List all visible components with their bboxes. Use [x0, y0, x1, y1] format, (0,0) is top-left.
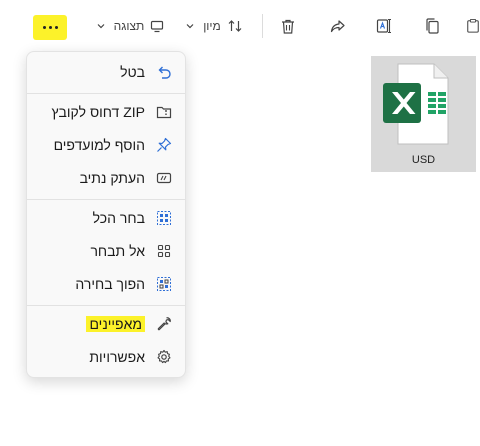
- menu-item-undo[interactable]: בטל: [31, 57, 181, 87]
- wrench-icon: [155, 315, 173, 333]
- paste-button[interactable]: [466, 12, 480, 40]
- menu-item-label: הוסף למועדפים: [53, 137, 145, 153]
- menu-item-select-none[interactable]: אל תבחר: [31, 236, 181, 266]
- sort-label: מיון: [203, 19, 221, 33]
- chevron-down-icon: [97, 24, 105, 29]
- menu-separator: [27, 305, 185, 306]
- menu-item-options[interactable]: אפשרויות: [31, 342, 181, 372]
- chevron-down-icon: [186, 24, 194, 29]
- copy-path-icon: [155, 169, 173, 187]
- share-button[interactable]: [325, 12, 349, 40]
- menu-item-copy-path[interactable]: העתק נתיב: [31, 163, 181, 193]
- select-all-icon: [155, 209, 173, 227]
- menu-item-label: העתק נתיב: [79, 170, 145, 186]
- menu-item-properties[interactable]: מאפיינים: [31, 309, 181, 339]
- file-name: USD: [411, 154, 436, 166]
- command-bar: תצוגה מיון: [0, 0, 480, 52]
- undo-icon: [155, 63, 173, 81]
- see-more-menu: בטל דחוס לקובץ ZIP הוסף למועדפים העתק נת…: [26, 51, 186, 378]
- file-item-usd[interactable]: USD: [371, 56, 476, 172]
- sort-arrows-icon: [228, 20, 242, 32]
- menu-item-label: בטל: [120, 64, 145, 80]
- menu-item-compress-zip[interactable]: דחוס לקובץ ZIP: [31, 97, 181, 127]
- menu-separator: [27, 93, 185, 94]
- excel-file-icon: [383, 63, 449, 145]
- pin-icon: [155, 136, 173, 154]
- toolbar-separator: [262, 14, 263, 38]
- zip-icon: [155, 103, 173, 121]
- share-icon: [330, 19, 345, 32]
- sort-button[interactable]: מיון: [180, 12, 248, 40]
- paste-icon: [467, 18, 479, 33]
- view-label: תצוגה: [113, 19, 145, 33]
- menu-item-select-all[interactable]: בחר הכל: [31, 203, 181, 233]
- menu-separator: [27, 199, 185, 200]
- menu-item-label: בחר הכל: [92, 210, 145, 226]
- delete-button[interactable]: [276, 12, 300, 40]
- rename-icon: [376, 18, 391, 34]
- select-none-icon: [155, 242, 173, 260]
- menu-item-pin-favorites[interactable]: הוסף למועדפים: [31, 130, 181, 160]
- rename-button[interactable]: [373, 12, 397, 40]
- gear-icon: [155, 348, 173, 366]
- more-horizontal-icon: [42, 26, 58, 29]
- copy-icon: [425, 18, 439, 34]
- menu-item-label: הפוך בחירה: [75, 276, 145, 292]
- menu-item-invert-selection[interactable]: הפוך בחירה: [31, 269, 181, 299]
- menu-item-label: אל תבחר: [90, 243, 145, 259]
- menu-item-label: דחוס לקובץ ZIP: [51, 104, 145, 120]
- menu-item-label: מאפיינים: [86, 316, 145, 332]
- invert-selection-icon: [155, 275, 173, 293]
- view-button[interactable]: תצוגה: [90, 12, 170, 40]
- copy-button[interactable]: [420, 12, 444, 40]
- trash-icon: [282, 19, 294, 34]
- see-more-button[interactable]: [33, 15, 67, 40]
- menu-item-label: אפשרויות: [89, 349, 145, 365]
- monitor-icon: [151, 20, 164, 33]
